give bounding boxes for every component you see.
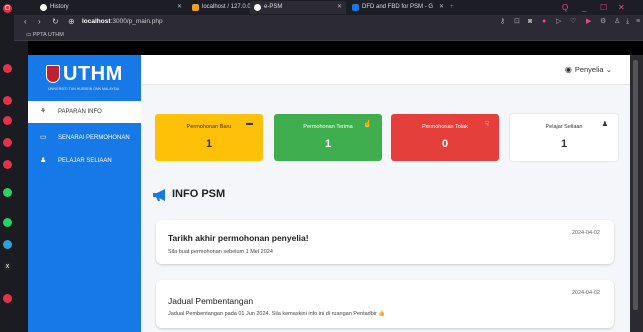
chevron-down-icon: ⌄ — [605, 65, 612, 74]
bookmark-ppta[interactable]: ▭ PPTA UTHM — [26, 29, 64, 41]
rail-shortcut-icon[interactable] — [3, 116, 12, 125]
news-date: 2024-04-02 — [571, 290, 600, 296]
bookmark-label: PPTA UTHM — [32, 32, 64, 38]
address-bar: ‹ › ↻ ⊕ localhost:3000/p_main.php ⚷ ⊡ ◙ … — [14, 15, 643, 29]
news-item: Tarikh akhir permohonan penyelia! Sila b… — [156, 220, 614, 264]
news-body: Jadual Pembentangan pada 01 Jun 2024. Si… — [168, 311, 386, 317]
card-permohonan-tolak[interactable]: ☟ Permohonan Tolak 0 — [391, 114, 499, 161]
news-heading: Jadual Pembentangan — [168, 296, 254, 306]
news-date: 2024-04-02 — [571, 230, 600, 236]
card-permohonan-baru[interactable]: ▬ Permohonan Baru 1 — [155, 114, 263, 161]
maximize-icon[interactable]: ☐ — [600, 0, 607, 15]
tab-label: e-PSM — [264, 4, 283, 10]
url-field[interactable]: localhost:3000/p_main.php — [82, 15, 163, 29]
app-page: UTHM UNIVERSITI TUN HUSSEIN ONN MALAYSIA… — [28, 55, 630, 332]
tab-label: DFD and FBD for PSM - G — [362, 4, 434, 10]
opera-icon[interactable]: O — [3, 4, 12, 13]
menu-icon[interactable]: ≡ — [636, 15, 640, 29]
close-window-icon[interactable]: ✕ — [618, 0, 625, 15]
profile-icon[interactable]: ♙ — [614, 15, 620, 29]
page-top-gap — [28, 41, 643, 55]
browser-sidebar: O x — [0, 0, 14, 332]
inbox-icon: ▭ — [40, 134, 47, 141]
new-tab-button[interactable]: + — [450, 1, 462, 14]
tab-dfd[interactable]: DFD and FBD for PSM - G ✕ — [348, 1, 448, 14]
camera-icon[interactable]: ◙ — [528, 15, 532, 29]
bookmarks-bar: ▭ PPTA UTHM — [14, 29, 643, 41]
adblock-icon[interactable]: ● — [542, 15, 546, 29]
screenshot-icon[interactable]: ⊡ — [514, 15, 520, 29]
globe-icon — [254, 4, 261, 11]
x-icon[interactable]: x — [3, 262, 12, 271]
card-value: 1 — [324, 138, 332, 150]
brand[interactable]: UTHM UNIVERSITI TUN HUSSEIN ONN MALAYSIA — [28, 55, 141, 100]
logo-text: UTHM — [63, 63, 123, 85]
user-menu[interactable]: ◉ Penyelia ⌄ — [565, 55, 612, 85]
download-icon[interactable]: ⤓ — [626, 15, 629, 29]
back-icon[interactable]: ‹ — [24, 15, 27, 29]
card-permohonan-terima[interactable]: ☝ Permohonan Terima 1 — [274, 114, 382, 161]
url-path: :3000/p_main.php — [110, 18, 163, 25]
whatsapp-icon[interactable] — [3, 188, 12, 197]
telegram-icon[interactable] — [3, 240, 12, 249]
tab-epsm[interactable]: e-PSM ✕ — [250, 1, 346, 14]
card-value: 1 — [560, 138, 568, 150]
rail-shortcut-icon[interactable] — [3, 138, 12, 147]
news-item: Jadual Pembentangan Jadual Pembentangan … — [156, 280, 614, 328]
sidebar: UTHM UNIVERSITI TUN HUSSEIN ONN MALAYSIA… — [28, 55, 141, 332]
sidebar-item-label: PELAJAR SELIAAN — [58, 158, 112, 164]
sidebar-item-label: SENARAI PERMOHONAN — [58, 135, 130, 141]
extensions-icon[interactable]: ⚙ — [600, 15, 606, 29]
top-navbar: ◉ Penyelia ⌄ — [141, 55, 630, 85]
sidebar-item-senarai-permohonan[interactable]: ▭ SENARAI PERMOHONAN — [28, 127, 141, 149]
search-tabs-icon[interactable]: Q — [562, 0, 568, 15]
sidebar-item-label: PAPARAN INFO — [58, 109, 102, 115]
minimize-icon[interactable]: _ — [582, 0, 586, 15]
heart-icon[interactable]: ♡ — [570, 15, 576, 29]
messenger-icon[interactable] — [3, 218, 12, 227]
key-icon[interactable]: ⚷ — [500, 15, 505, 29]
logo-subtitle: UNIVERSITI TUN HUSSEIN ONN MALAYSIA — [48, 87, 120, 91]
rail-spacer — [14, 41, 28, 332]
palette-icon: ⚘ — [40, 108, 47, 115]
user-circle-icon: ◉ — [564, 65, 572, 74]
card-title: Permohonan Tolak — [422, 124, 468, 130]
tab-history[interactable]: History ✕ — [36, 1, 186, 14]
forward-icon[interactable]: › — [38, 15, 41, 29]
card-value: 1 — [205, 138, 213, 150]
tab-bar: History ✕ localhost / 127.0.0.1 / eps ✕ … — [14, 0, 643, 15]
scrollbar-thumb[interactable] — [633, 60, 638, 310]
card-value: 0 — [441, 138, 449, 150]
user-icon: ♟ — [40, 157, 47, 164]
sidebar-item-paparan-info[interactable]: ⚘ PAPARAN INFO — [28, 101, 141, 123]
news-body: Sila buat permohonan sebelum 1 Mei 2024 — [168, 249, 273, 255]
info-psm-title: INFO PSM — [172, 188, 226, 200]
card-title: Pelajar Seliaan — [545, 124, 583, 130]
sidebar-item-pelajar-seliaan[interactable]: ♟ PELAJAR SELIAAN — [28, 150, 141, 172]
flow-icon[interactable]: ▶ — [586, 15, 591, 29]
rail-shortcut-icon[interactable] — [3, 96, 12, 105]
card-title: Permohonan Baru — [186, 124, 232, 130]
play-icon[interactable]: ▷ — [556, 15, 561, 29]
rail-shortcut-icon[interactable] — [3, 64, 12, 73]
history-icon — [40, 4, 47, 11]
close-icon[interactable]: ✕ — [337, 1, 342, 14]
user-name: Penyelia — [574, 65, 604, 74]
rail-settings-icon[interactable] — [3, 294, 12, 303]
close-icon[interactable]: ✕ — [439, 1, 444, 14]
phpmyadmin-icon — [192, 4, 199, 11]
tab-label: History — [50, 4, 69, 10]
rail-shortcut-icon[interactable] — [3, 160, 12, 169]
news-heading: Tarikh akhir permohonan penyelia! — [168, 233, 309, 243]
site-info-icon[interactable]: ⊕ — [68, 15, 75, 29]
card-pelajar-seliaan[interactable]: ♟ Pelajar Seliaan 1 — [510, 114, 618, 161]
uthm-crest-icon — [46, 65, 60, 83]
card-title: Permohonan Terima — [303, 124, 353, 130]
reload-icon[interactable]: ↻ — [52, 15, 59, 29]
megaphone-icon — [153, 189, 165, 201]
url-host: localhost — [82, 18, 111, 25]
close-icon[interactable]: ✕ — [177, 1, 182, 14]
docs-icon — [352, 4, 359, 11]
